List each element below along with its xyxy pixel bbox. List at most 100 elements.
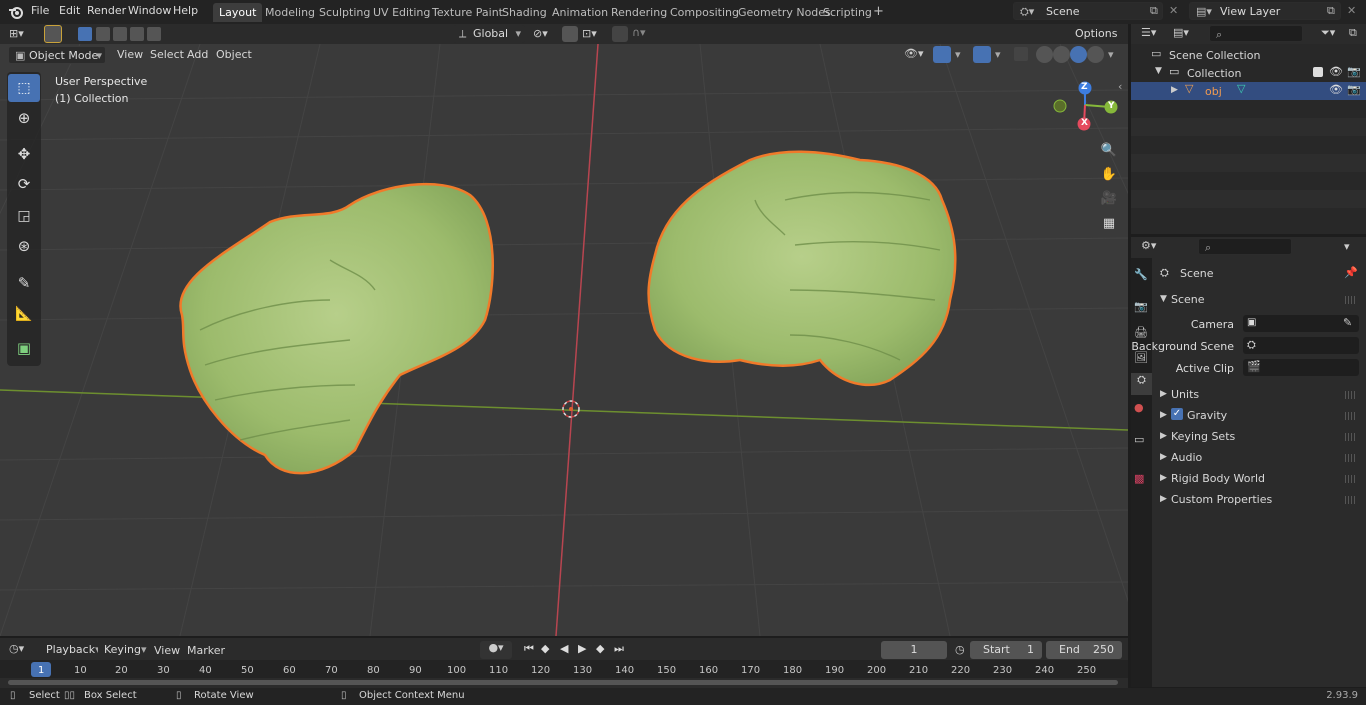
new-scene-icon[interactable]: ⧉: [1150, 4, 1158, 18]
jump-end-icon[interactable]: ⏭: [614, 642, 624, 656]
rotate-tool[interactable]: ⟳: [8, 170, 40, 198]
scene-tab-icon[interactable]: ⛭: [1131, 373, 1152, 395]
material-shading-icon[interactable]: [1070, 46, 1087, 63]
keying-menu[interactable]: Keying▾: [98, 641, 146, 659]
drag-handle-icon[interactable]: [1345, 475, 1355, 483]
mode-dropdown[interactable]: ▣ Object Mode ▾: [8, 46, 106, 64]
add-cube-tool[interactable]: ▣: [8, 334, 40, 362]
chevron-down-icon[interactable]: ▾: [1108, 48, 1114, 61]
background-scene-field[interactable]: ⛭: [1243, 337, 1359, 354]
tab-rendering[interactable]: Rendering: [605, 3, 673, 22]
view-menu[interactable]: View: [154, 644, 180, 657]
select-mode-intersect-icon[interactable]: [147, 27, 161, 41]
camera-view-icon[interactable]: 🎥: [1099, 191, 1119, 211]
snap-target-icon[interactable]: ⊡▾: [582, 27, 597, 40]
close-scene-icon[interactable]: ✕: [1169, 4, 1178, 17]
sidebar-toggle-icon[interactable]: ‹: [1118, 80, 1122, 93]
gravity-checkbox[interactable]: ✓: [1171, 408, 1183, 420]
add-menu[interactable]: Add: [187, 48, 208, 61]
start-frame-field[interactable]: Start 1: [970, 641, 1042, 659]
scene-panel-header[interactable]: ▼ Scene: [1155, 290, 1363, 310]
close-view-layer-icon[interactable]: ✕: [1347, 4, 1356, 17]
menu-window[interactable]: Window: [128, 4, 171, 17]
blender-logo-icon[interactable]: [8, 4, 24, 20]
play-reverse-icon[interactable]: ◀: [560, 642, 568, 655]
properties-editor-icon[interactable]: ⚙▾: [1141, 239, 1156, 252]
prev-keyframe-icon[interactable]: ◆: [541, 642, 549, 655]
measure-tool[interactable]: 📐: [8, 300, 40, 328]
drag-handle-icon[interactable]: [1345, 391, 1355, 399]
world-tab-icon[interactable]: ●: [1134, 401, 1144, 414]
navigation-gizmo[interactable]: Z Y X: [1050, 78, 1126, 134]
menu-help[interactable]: Help: [173, 4, 198, 17]
xray-toggle-icon[interactable]: [1014, 47, 1028, 61]
view-menu[interactable]: View: [117, 48, 143, 61]
drag-handle-icon[interactable]: [1345, 454, 1355, 462]
menu-render[interactable]: Render: [87, 4, 126, 17]
eye-icon[interactable]: 👁: [1329, 65, 1343, 78]
display-mode-icon[interactable]: ▤▾: [1173, 26, 1189, 39]
select-mode-new-icon[interactable]: [78, 27, 92, 41]
cursor-tool[interactable]: ⊕: [8, 104, 40, 132]
add-workspace-button[interactable]: +: [867, 3, 890, 22]
chevron-down-icon[interactable]: ▾: [995, 48, 1001, 61]
record-button[interactable]: ●▾: [480, 641, 512, 659]
select-mode-invert-icon[interactable]: [130, 27, 144, 41]
audio-panel[interactable]: ▶ Audio: [1155, 448, 1363, 468]
keying-sets-panel[interactable]: ▶ Keying Sets: [1155, 427, 1363, 447]
eyedropper-icon[interactable]: ✎: [1343, 316, 1352, 329]
tab-layout[interactable]: Layout: [213, 3, 263, 22]
gizmo-toggle-icon[interactable]: [933, 46, 951, 63]
snap-toggle-icon[interactable]: [562, 26, 578, 42]
options-button[interactable]: Options ▾: [1069, 25, 1123, 53]
new-view-layer-icon[interactable]: ⧉: [1327, 4, 1335, 18]
outliner-editor-icon[interactable]: ☰▾: [1141, 26, 1156, 39]
camera-icon[interactable]: 📷: [1347, 83, 1361, 96]
end-frame-field[interactable]: End 250: [1046, 641, 1122, 659]
pivot-point-icon[interactable]: ⊘▾: [533, 27, 548, 40]
drag-handle-icon[interactable]: [1345, 412, 1355, 420]
outliner-row-obj[interactable]: ▶ ▽ obj ▽ 👁 📷: [1131, 82, 1366, 100]
ortho-toggle-icon[interactable]: ▦: [1099, 216, 1119, 236]
playback-menu[interactable]: Playback▾: [40, 641, 101, 659]
properties-search-input[interactable]: ⌕: [1198, 238, 1292, 255]
tab-modeling[interactable]: Modeling: [259, 3, 321, 22]
render-tab-icon[interactable]: 📷: [1134, 300, 1148, 313]
expand-arrow-icon[interactable]: ▼: [1155, 66, 1162, 76]
proportional-edit-icon[interactable]: [612, 26, 628, 42]
gravity-panel[interactable]: ▶ ✓ Gravity: [1155, 406, 1363, 426]
transform-orientation-dropdown[interactable]: ⟂ Global ▾: [453, 25, 525, 43]
wireframe-shading-icon[interactable]: [1036, 46, 1053, 63]
marker-menu[interactable]: Marker: [187, 644, 225, 657]
pan-view-icon[interactable]: ✋: [1099, 167, 1119, 187]
annotate-tool[interactable]: ✎: [8, 269, 40, 297]
camera-icon[interactable]: 📷: [1347, 65, 1361, 78]
overlays-toggle-icon[interactable]: [973, 46, 991, 63]
outliner-row-scene-collection[interactable]: ▭ Scene Collection: [1131, 46, 1366, 64]
menu-file[interactable]: File: [31, 4, 49, 17]
filter-icon[interactable]: ⏷▾: [1321, 26, 1335, 40]
object-menu[interactable]: Object: [216, 48, 252, 61]
collection-tab-icon[interactable]: ▭: [1134, 433, 1144, 446]
texture-tab-icon[interactable]: ▩: [1134, 472, 1144, 485]
drag-handle-icon[interactable]: [1345, 433, 1355, 441]
rigid-body-world-panel[interactable]: ▶ Rigid Body World: [1155, 469, 1363, 489]
view-layer-selector[interactable]: ▤▾ View Layer: [1189, 2, 1341, 20]
visibility-icon[interactable]: 👁▾: [904, 47, 924, 60]
select-tool-button[interactable]: [44, 25, 62, 43]
properties-options-icon[interactable]: ▾: [1344, 240, 1350, 253]
play-icon[interactable]: ▶: [578, 642, 586, 655]
select-mode-subtract-icon[interactable]: [113, 27, 127, 41]
tool-tab-icon[interactable]: 🔧: [1134, 268, 1148, 281]
outliner-row-collection[interactable]: ▼ ▭ Collection 👁 📷: [1131, 64, 1366, 82]
expand-arrow-icon[interactable]: ▶: [1171, 85, 1178, 95]
eye-icon[interactable]: 👁: [1329, 83, 1343, 96]
rendered-shading-icon[interactable]: [1087, 46, 1104, 63]
tab-shading[interactable]: Shading: [496, 3, 553, 22]
timeline-editor-icon[interactable]: ◷▾: [9, 642, 24, 655]
drag-handle-icon[interactable]: [1345, 296, 1355, 304]
exclude-checkbox[interactable]: [1313, 67, 1323, 77]
next-keyframe-icon[interactable]: ◆: [596, 642, 604, 655]
drag-handle-icon[interactable]: [1345, 496, 1355, 504]
jump-start-icon[interactable]: ⏮: [524, 642, 534, 656]
